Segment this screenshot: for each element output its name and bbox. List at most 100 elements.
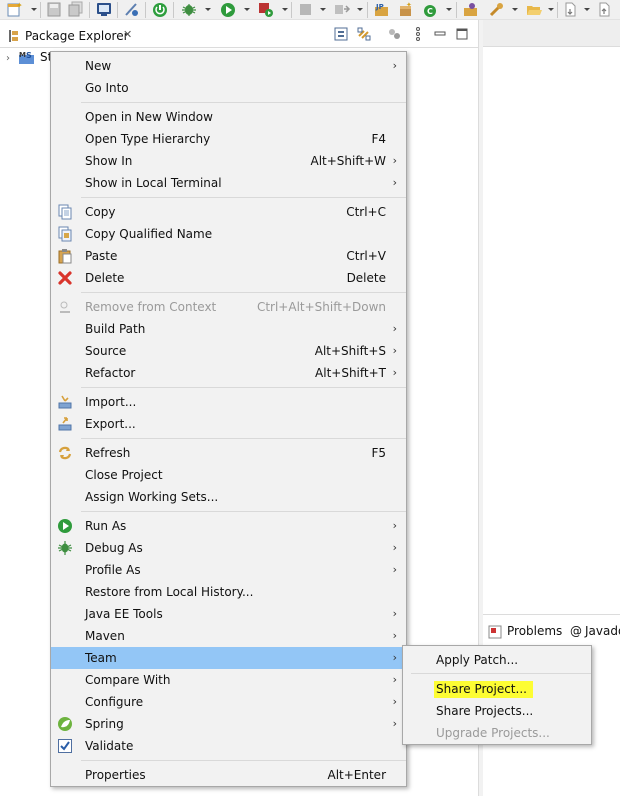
external-tools-dropdown-icon[interactable]: [282, 8, 288, 11]
menu-item-copy[interactable]: Copy Ctrl+C: [51, 201, 406, 223]
menu-item-run-as[interactable]: Run As ›: [51, 515, 406, 537]
new-icon[interactable]: ✦: [6, 1, 24, 18]
save-all-icon[interactable]: [67, 1, 85, 18]
run-dropdown-icon[interactable]: [244, 8, 250, 11]
tab-problems[interactable]: Problems: [507, 624, 562, 638]
menu-item-spring[interactable]: Spring ›: [51, 713, 406, 735]
menu-item-open-type-hierarchy[interactable]: Open Type Hierarchy F4: [51, 128, 406, 150]
submenu-item-share-projects[interactable]: Share Projects...: [403, 700, 591, 722]
tab-package-explorer[interactable]: Package Explorer ✕: [2, 23, 142, 48]
submenu-item-share-project[interactable]: Share Project...: [403, 678, 591, 700]
menu-item-label: Go Into: [85, 81, 129, 95]
chevron-right-icon: ›: [392, 651, 397, 664]
submenu-item-label: Share Projects...: [436, 704, 534, 718]
server-icon[interactable]: [333, 1, 351, 18]
menu-item-label: Paste: [85, 249, 118, 263]
skip-breakpoints-icon[interactable]: [123, 1, 141, 18]
run-icon[interactable]: [219, 1, 237, 18]
close-icon[interactable]: ✕: [123, 28, 132, 41]
menu-item-build-path[interactable]: Build Path ›: [51, 318, 406, 340]
link-with-editor-icon[interactable]: [356, 26, 372, 42]
terminal-icon[interactable]: [95, 1, 113, 18]
next-annotation-icon[interactable]: [562, 1, 580, 18]
menu-item-delete[interactable]: Delete Delete: [51, 267, 406, 289]
remove-context-icon: [57, 299, 73, 315]
search-dropdown-icon[interactable]: [512, 8, 518, 11]
menu-item-open-in-new-window[interactable]: Open in New Window: [51, 106, 406, 128]
menu-item-label: Profile As: [85, 563, 141, 577]
editor-area: [483, 20, 620, 614]
menu-item-shortcut: F4: [371, 132, 386, 146]
menu-item-java-ee-tools[interactable]: Java EE Tools ›: [51, 603, 406, 625]
chevron-right-icon: ›: [392, 322, 397, 335]
menu-item-compare-with[interactable]: Compare With ›: [51, 669, 406, 691]
menu-item-assign-working-sets[interactable]: Assign Working Sets...: [51, 486, 406, 508]
stop-icon[interactable]: [297, 1, 315, 18]
menu-item-new[interactable]: New ›: [51, 55, 406, 77]
package-explorer-header: Package Explorer ✕: [0, 20, 478, 48]
power-icon[interactable]: [151, 1, 169, 18]
menu-item-profile-as[interactable]: Profile As ›: [51, 559, 406, 581]
menu-item-label: Remove from Context: [85, 300, 217, 314]
server-dropdown-icon[interactable]: [357, 8, 363, 11]
menu-item-import[interactable]: Import...: [51, 391, 406, 413]
new-class-icon[interactable]: C: [421, 1, 439, 18]
open-type-icon[interactable]: [462, 1, 480, 18]
tab-javadoc[interactable]: Javado: [585, 624, 620, 638]
menu-item-go-into[interactable]: Go Into: [51, 77, 406, 99]
chevron-right-icon: ›: [392, 541, 397, 554]
next-annotation-dropdown-icon[interactable]: [584, 8, 590, 11]
menu-item-paste[interactable]: Paste Ctrl+V: [51, 245, 406, 267]
back-icon[interactable]: [596, 1, 614, 18]
stop-dropdown-icon[interactable]: [320, 8, 326, 11]
menu-item-show-in[interactable]: Show In Alt+Shift+W ›: [51, 150, 406, 172]
new-dropdown-icon[interactable]: [31, 8, 37, 11]
menu-item-shortcut: Alt+Shift+S: [314, 344, 386, 358]
menu-item-maven[interactable]: Maven ›: [51, 625, 406, 647]
menu-item-shortcut: Alt+Shift+T: [315, 366, 386, 380]
main-toolbar: ✦ JP ✦ C: [0, 0, 620, 20]
menu-item-label: Run As: [85, 519, 127, 533]
menu-item-source[interactable]: Source Alt+Shift+S ›: [51, 340, 406, 362]
submenu-item-upgrade-projects: Upgrade Projects...: [403, 722, 591, 744]
svg-text:C: C: [427, 7, 433, 16]
maximize-icon[interactable]: [454, 26, 470, 42]
menu-item-team[interactable]: Team ›: [51, 647, 406, 669]
menu-item-label: Configure: [85, 695, 144, 709]
copy-qualified-name-icon: [57, 226, 73, 242]
menu-item-copy-qualified-name[interactable]: Copy Qualified Name: [51, 223, 406, 245]
submenu-item-apply-patch[interactable]: Apply Patch...: [403, 649, 591, 671]
menu-item-show-in-local-terminal[interactable]: Show in Local Terminal ›: [51, 172, 406, 194]
view-menu-icon[interactable]: [410, 26, 426, 42]
import-icon: [57, 394, 73, 410]
focus-on-active-task-icon[interactable]: [386, 26, 402, 42]
minimize-icon[interactable]: [432, 26, 448, 42]
collapse-all-icon[interactable]: [333, 26, 349, 42]
save-icon[interactable]: [45, 1, 63, 18]
menu-item-validate[interactable]: Validate: [51, 735, 406, 757]
menu-separator: [81, 197, 406, 198]
svg-text:JP: JP: [375, 3, 384, 11]
menu-item-restore-from-local-history[interactable]: Restore from Local History...: [51, 581, 406, 603]
debug-dropdown-icon[interactable]: [205, 8, 211, 11]
debug-icon[interactable]: [180, 1, 198, 18]
menu-item-configure[interactable]: Configure ›: [51, 691, 406, 713]
new-class-dropdown-icon[interactable]: [446, 8, 452, 11]
menu-item-label: Team: [85, 651, 117, 665]
menu-item-refactor[interactable]: Refactor Alt+Shift+T ›: [51, 362, 406, 384]
search-icon[interactable]: [488, 1, 506, 18]
external-tools-icon[interactable]: [256, 1, 274, 18]
new-package-icon[interactable]: ✦: [397, 1, 415, 18]
menu-item-properties[interactable]: Properties Alt+Enter: [51, 764, 406, 786]
menu-item-refresh[interactable]: Refresh F5: [51, 442, 406, 464]
open-folder-dropdown-icon[interactable]: [548, 8, 554, 11]
svg-text:M: M: [19, 51, 26, 59]
menu-item-close-project[interactable]: Close Project: [51, 464, 406, 486]
open-folder-icon[interactable]: [525, 1, 543, 18]
menu-item-export[interactable]: Export...: [51, 413, 406, 435]
menu-item-debug-as[interactable]: Debug As ›: [51, 537, 406, 559]
menu-item-label: Validate: [85, 739, 134, 753]
spring-icon: [57, 716, 73, 732]
new-java-project-icon[interactable]: JP: [373, 1, 391, 18]
expand-arrow-icon[interactable]: ›: [6, 53, 10, 64]
